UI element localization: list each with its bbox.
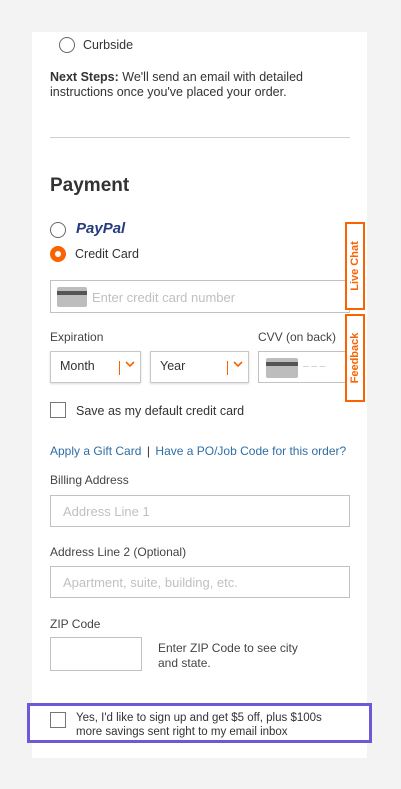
address-line-2-label: Address Line 2 (Optional): [50, 545, 187, 559]
year-value: Year: [160, 359, 186, 373]
address-line-2-field[interactable]: Apartment, suite, building, etc.: [50, 566, 350, 598]
signup-text: Yes, I'd like to sign up and get $5 off,…: [76, 712, 322, 738]
live-chat-tab[interactable]: Live Chat: [345, 222, 365, 310]
link-separator: |: [146, 444, 150, 458]
paypal-logo: PayPal: [76, 220, 126, 237]
next-steps-note: Next Steps: We'll send an email with det…: [50, 70, 350, 100]
credit-card-label: Credit Card: [75, 247, 139, 261]
credit-card-icon: [57, 287, 87, 307]
address-line-2-placeholder: Apartment, suite, building, etc.: [63, 575, 238, 590]
signup-checkbox[interactable]: [50, 712, 66, 728]
paypal-radio[interactable]: [50, 222, 66, 238]
year-select[interactable]: Year: [150, 351, 249, 383]
section-divider: [50, 137, 350, 138]
chevron-down-icon: [125, 361, 135, 368]
payment-heading: Payment: [50, 175, 130, 196]
month-select[interactable]: Month: [50, 351, 141, 383]
select-separator: [119, 361, 120, 375]
signup-highlight: Yes, I'd like to sign up and get $5 off,…: [27, 703, 372, 743]
cvv-field[interactable]: – – –: [258, 351, 350, 383]
save-default-checkbox[interactable]: [50, 402, 66, 418]
credit-card-radio[interactable]: [50, 246, 66, 262]
save-default-label: Save as my default credit card: [76, 404, 245, 418]
curbside-label: Curbside: [83, 38, 134, 52]
zip-field[interactable]: [50, 637, 142, 671]
cvv-label: CVV (on back): [258, 330, 337, 344]
zip-label: ZIP Code: [50, 617, 101, 631]
live-chat-label: Live Chat: [349, 241, 361, 291]
next-steps-label: Next Steps:: [50, 70, 119, 84]
zip-hint: Enter ZIP Code to see city and state.: [158, 641, 298, 670]
gift-card-link[interactable]: Apply a Gift Card: [50, 444, 141, 458]
expiration-label: Expiration: [50, 330, 104, 344]
feedback-tab[interactable]: Feedback: [345, 314, 365, 402]
card-number-field[interactable]: Enter credit card number: [50, 280, 350, 313]
feedback-label: Feedback: [349, 332, 361, 384]
po-code-link[interactable]: Have a PO/Job Code for this order?: [155, 444, 346, 458]
select-separator: [227, 361, 228, 375]
payment-links: Apply a Gift Card | Have a PO/Job Code f…: [50, 442, 346, 460]
curbside-radio[interactable]: [59, 37, 75, 53]
chevron-down-icon: [233, 361, 243, 368]
address-line-1-field[interactable]: Address Line 1: [50, 495, 350, 527]
card-number-placeholder: Enter credit card number: [92, 290, 236, 305]
cvv-card-icon: [266, 358, 298, 378]
address-line-1-placeholder: Address Line 1: [63, 504, 150, 519]
cvv-placeholder: – – –: [303, 361, 326, 372]
month-value: Month: [60, 359, 95, 373]
billing-address-label: Billing Address: [50, 473, 129, 487]
